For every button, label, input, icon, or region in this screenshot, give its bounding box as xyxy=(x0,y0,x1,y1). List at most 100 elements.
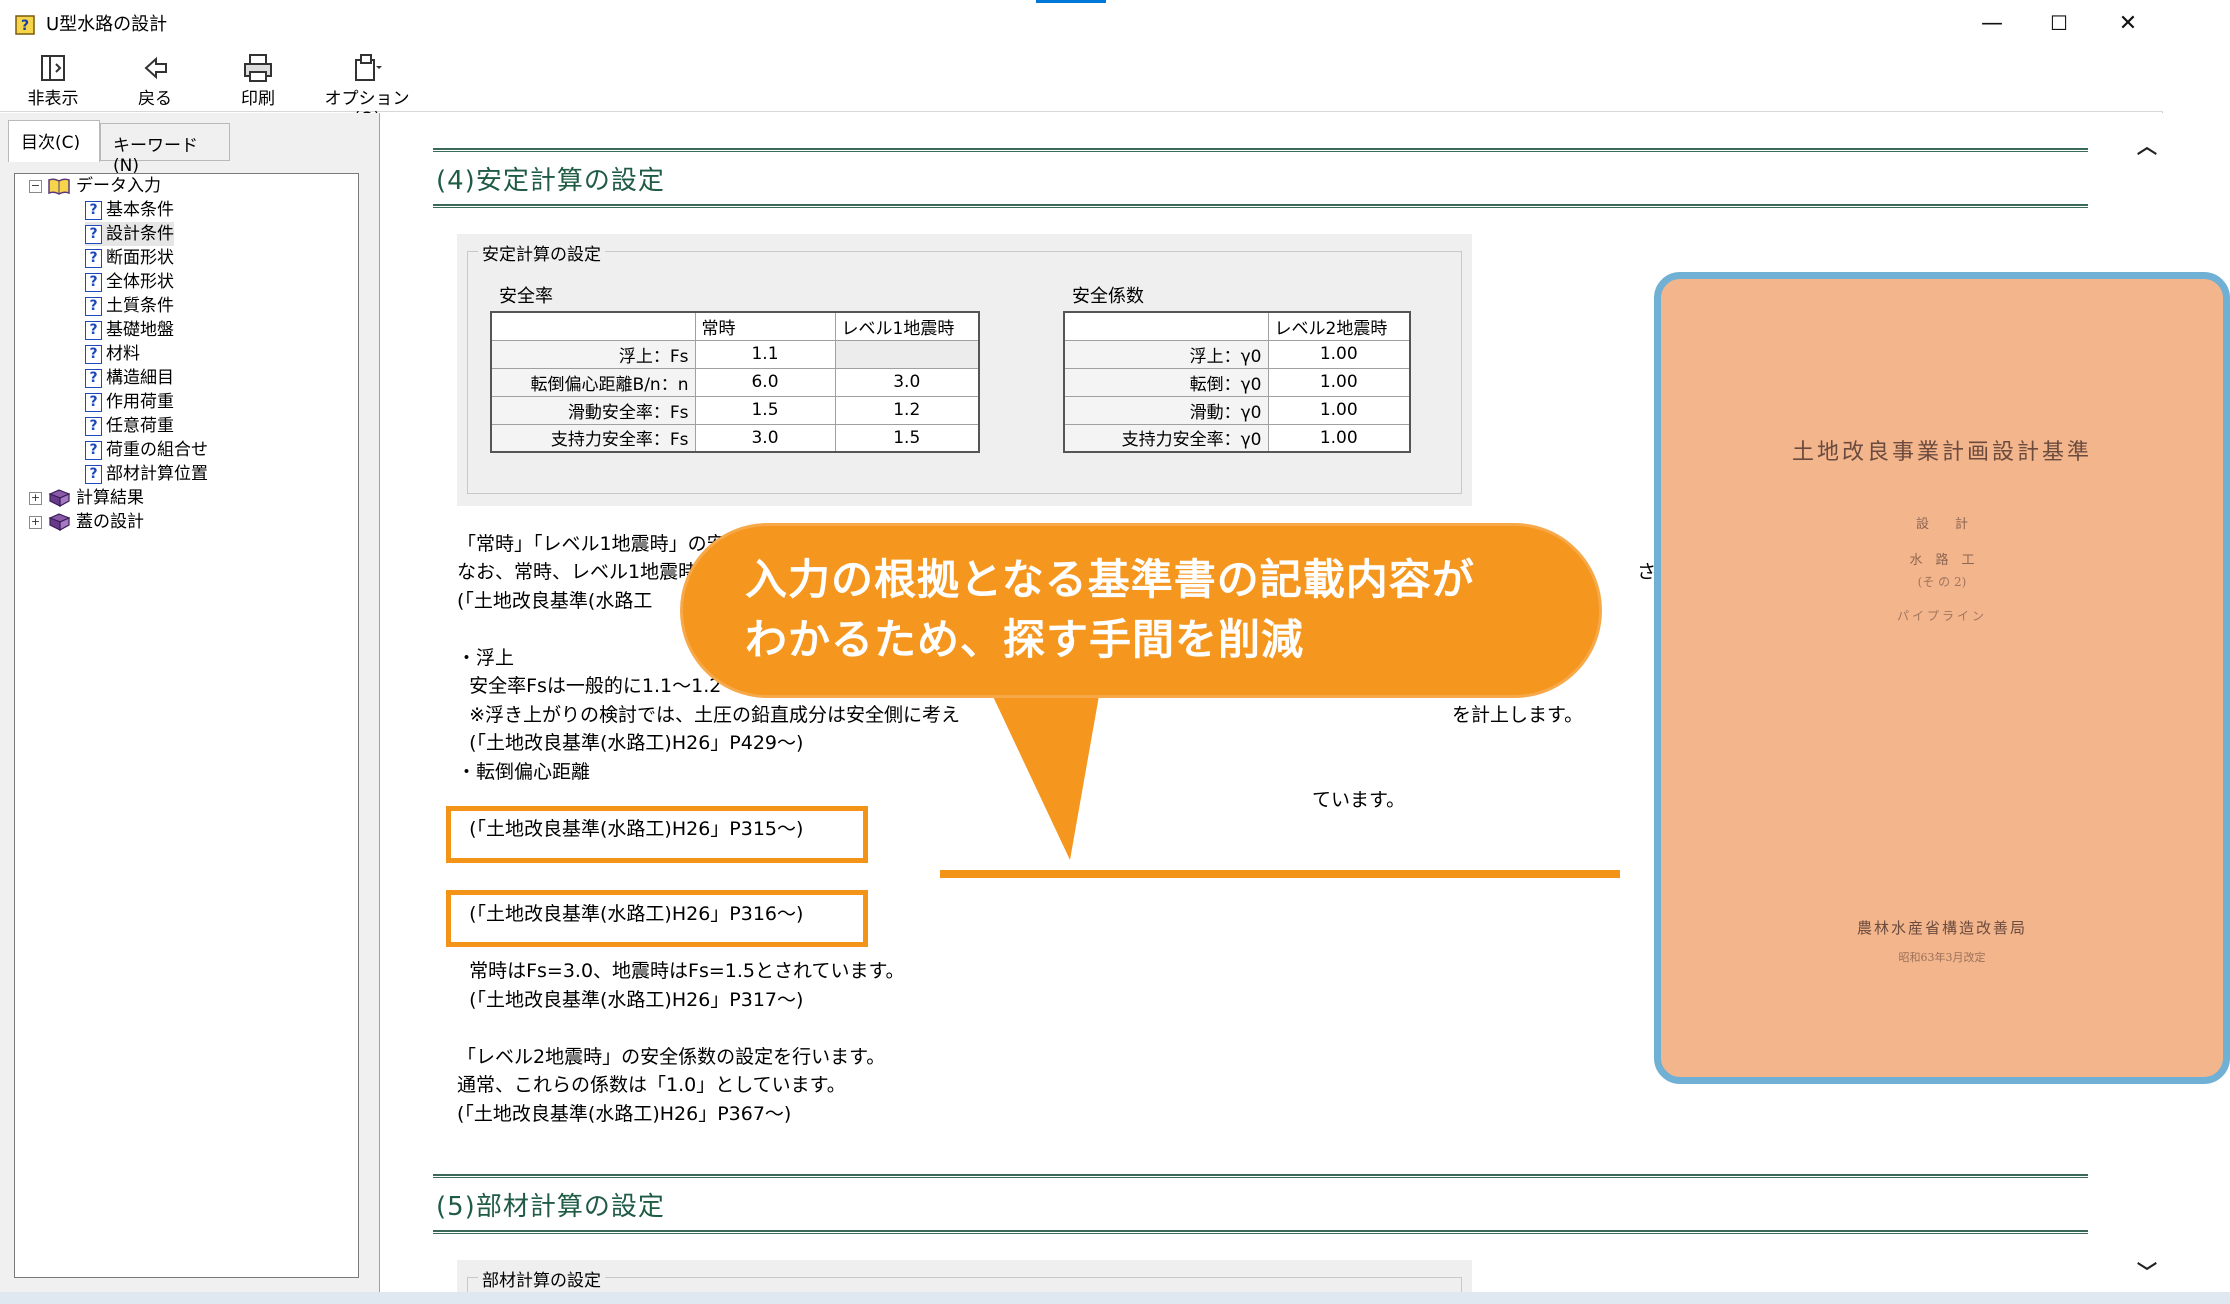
highlight-box xyxy=(446,806,868,863)
help-topic-icon: ? xyxy=(85,248,102,268)
help-topic-icon: ? xyxy=(85,440,102,460)
tree-item[interactable]: ? 基礎地盤 xyxy=(85,318,174,342)
help-book-icon: ? xyxy=(15,15,35,35)
book-date: 昭和63年3月改定 xyxy=(1898,951,1986,964)
tree-item[interactable]: ? 部材計算位置 xyxy=(85,462,208,486)
tree-item[interactable]: ? 断面形状 xyxy=(85,246,174,270)
help-topic-icon: ? xyxy=(85,296,102,316)
text-line: (「土地改良基準(水路工 xyxy=(457,590,653,612)
safety-coef-table: レベル2地震時 浮上：γ0 1.00 転倒：γ0 1.00 滑動：γ0 1.00… xyxy=(1063,311,1411,453)
expand-icon[interactable]: + xyxy=(29,491,42,505)
tree-item[interactable]: ? 作用荷重 xyxy=(85,390,174,414)
tab-keyword[interactable]: キーワード(N) xyxy=(100,123,230,176)
tree-node-results[interactable]: + 計算結果 xyxy=(29,486,144,510)
tree-item[interactable]: ? 荷重の組合せ xyxy=(85,438,208,462)
options-button[interactable]: オプション(O) xyxy=(312,52,422,129)
row-label: 支持力安全率：γ0 xyxy=(1063,423,1269,453)
header-level2: レベル2地震時 xyxy=(1267,311,1411,341)
value-cell[interactable]: 1.2 xyxy=(834,395,980,425)
minimize-button[interactable]: — xyxy=(1957,0,2027,46)
window-title: U型水路の設計 xyxy=(46,14,168,35)
text-line: ※浮き上がりの検討では、土圧の鉛直成分は安全側に考え xyxy=(457,704,961,726)
help-topic-icon: ? xyxy=(85,464,102,484)
row-label: 支持力安全率：Fs xyxy=(490,423,696,453)
value-cell[interactable]: 6.0 xyxy=(694,367,836,397)
value-cell xyxy=(834,339,980,369)
back-button[interactable]: 戻る xyxy=(110,52,200,109)
text-line: (「土地改良基準(水路工)H26」P367〜) xyxy=(457,1103,792,1125)
tree-item[interactable]: ? 土質条件 xyxy=(85,294,174,318)
row-label: 滑動：γ0 xyxy=(1063,395,1269,425)
value-cell[interactable]: 1.00 xyxy=(1267,395,1411,425)
tree-label: 計算結果 xyxy=(76,488,144,508)
book-line: 設 計 xyxy=(1915,517,1968,532)
book-title: 土地改良事業計画設計基準 xyxy=(1791,440,2092,465)
value-cell[interactable]: 1.00 xyxy=(1267,339,1411,369)
expand-icon[interactable]: + xyxy=(29,515,42,529)
header-level1: レベル1地震時 xyxy=(834,311,980,341)
text-line: を計上します。 xyxy=(1452,704,1584,726)
print-label: 印刷 xyxy=(241,89,275,109)
table-row: 転倒：γ0 1.00 xyxy=(1063,367,1411,397)
tab-contents[interactable]: 目次(C) xyxy=(8,120,100,162)
row-label: 転倒：γ0 xyxy=(1063,367,1269,397)
value-cell[interactable]: 1.5 xyxy=(694,395,836,425)
text-line: (「土地改良基準(水路工)H26」P317〜) xyxy=(457,989,804,1011)
scroll-up-icon[interactable]: ︿ xyxy=(2137,136,2157,156)
print-button[interactable]: 印刷 xyxy=(213,52,303,109)
hide-button[interactable]: 非表示 xyxy=(8,52,98,109)
value-cell[interactable]: 1.5 xyxy=(834,423,980,453)
collapse-icon[interactable]: − xyxy=(29,179,42,193)
tree-node-data-input[interactable]: − データ入力 xyxy=(29,174,161,198)
closed-book-icon xyxy=(48,513,70,531)
connector-line xyxy=(940,870,1620,878)
value-cell[interactable]: 1.1 xyxy=(694,339,836,369)
tree-label: 土質条件 xyxy=(106,296,174,316)
tree-node-lid[interactable]: + 蓋の設計 xyxy=(29,510,144,534)
tree-item[interactable]: ? 材料 xyxy=(85,342,140,366)
table-row: 支持力安全率：Fs 3.0 1.5 xyxy=(490,423,980,453)
focus-accent-line xyxy=(1036,0,1106,3)
tree-label: 基礎地盤 xyxy=(106,320,174,340)
header-blank xyxy=(1063,311,1269,341)
row-label: 転倒偏心距離B/n：n xyxy=(490,367,696,397)
close-button[interactable]: ✕ xyxy=(2093,0,2163,46)
tree-item[interactable]: ? 構造細目 xyxy=(85,366,174,390)
callout-text: 入力の根拠となる基準書の記載内容が わかるため、探す手間を削減 xyxy=(745,555,1475,664)
tree-label: 全体形状 xyxy=(106,272,174,292)
section-title: (4)安定計算の設定 xyxy=(436,166,665,196)
value-cell[interactable]: 3.0 xyxy=(694,423,836,453)
tree-item[interactable]: ? 全体形状 xyxy=(85,270,174,294)
value-cell[interactable]: 1.00 xyxy=(1267,367,1411,397)
tree-label: 任意荷重 xyxy=(106,416,174,436)
hide-pane-icon xyxy=(41,55,65,81)
scroll-down-icon[interactable]: ﹀ xyxy=(2137,1262,2157,1282)
row-label: 浮上：γ0 xyxy=(1063,339,1269,369)
help-topic-icon: ? xyxy=(85,344,102,364)
text-line: なお、常時、レベル1地震時 xyxy=(457,561,698,583)
book-line: パイプライン xyxy=(1896,609,1987,623)
value-cell[interactable]: 1.00 xyxy=(1267,423,1411,453)
tree-label: 断面形状 xyxy=(106,248,174,268)
text-line: 「レベル2地震時」の安全係数の設定を行います。 xyxy=(457,1046,886,1068)
tree-item[interactable]: ? 任意荷重 xyxy=(85,414,174,438)
stability-settings-panel: 安定計算の設定 安全率 常時 レベル1地震時 浮上：Fs 1.1 転倒偏心距離B… xyxy=(457,234,1472,506)
table-row: 滑動：γ0 1.00 xyxy=(1063,395,1411,425)
value-cell[interactable]: 3.0 xyxy=(834,367,980,397)
tree-item[interactable]: ? 基本条件 xyxy=(85,198,174,222)
highlight-box xyxy=(446,890,868,947)
table-row: 転倒偏心距離B/n：n 6.0 3.0 xyxy=(490,367,980,397)
open-book-icon xyxy=(48,178,70,195)
tree-item-selected[interactable]: ? 設計条件 xyxy=(85,222,174,246)
safety-coef-title: 安全係数 xyxy=(1072,286,1144,307)
maximize-button[interactable]: ☐ xyxy=(2024,0,2094,46)
book-line: 水 路 工 xyxy=(1909,553,1975,568)
back-label: 戻る xyxy=(138,89,172,109)
tree-label: 材料 xyxy=(106,344,140,364)
toolbar: 非表示 戻る 印刷 オプション(O) xyxy=(0,46,2163,129)
book-line: (そ の 2) xyxy=(1917,575,1967,589)
text-line: ・転倒偏心距離 xyxy=(457,761,591,783)
text-line: ています。 xyxy=(1312,789,1406,811)
title-bar: ? U型水路の設計 — ☐ ✕ xyxy=(0,0,2163,46)
tree-label: 作用荷重 xyxy=(106,392,174,412)
